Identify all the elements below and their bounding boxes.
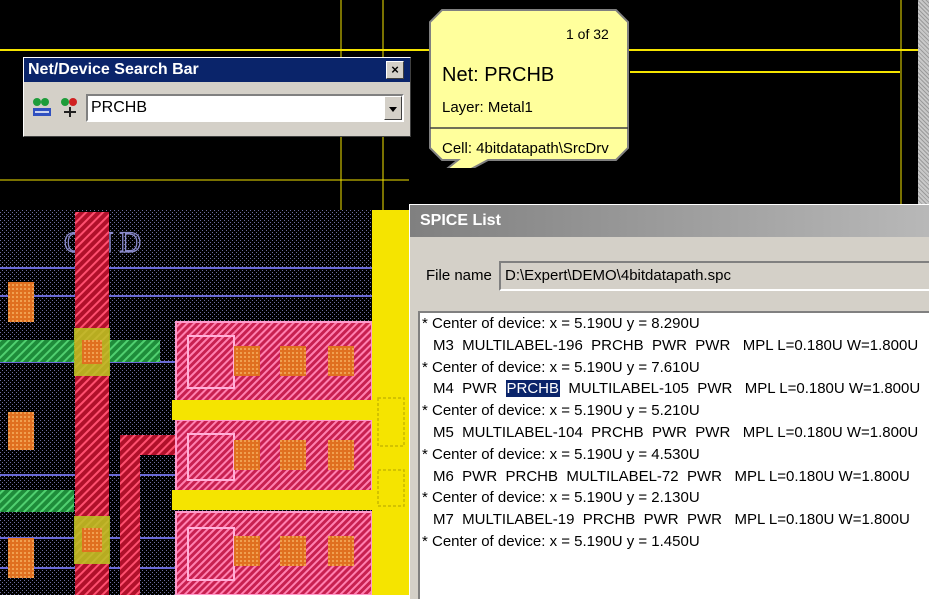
device-line[interactable]: M7 MULTILABEL-19 PRCHB PWR PWR MPL L=0.1…: [420, 509, 929, 531]
chevron-down-icon[interactable]: [384, 96, 402, 120]
line-text: MULTILABEL-105 PWR MPL L=0.180U W=1.800U: [560, 380, 921, 398]
line-text: M4 PWR: [433, 380, 506, 398]
contact: [8, 538, 34, 578]
search-device-icon[interactable]: [58, 95, 82, 119]
netlist-lines: * Center of device: x = 5.190U y = 8.290…: [420, 313, 929, 553]
poly-wire: [120, 435, 140, 595]
metal-net-prchb: [172, 400, 388, 420]
net-search-combo[interactable]: [86, 94, 404, 122]
device-line[interactable]: M5 MULTILABEL-104 PRCHB PWR PWR MPL L=0.…: [420, 422, 929, 444]
contact: [328, 440, 354, 470]
contact: [280, 440, 306, 470]
tooltip-counter: 1 of 32: [566, 26, 609, 42]
tooltip-layer: Layer: Metal1: [442, 99, 533, 116]
diffusion: [0, 340, 74, 362]
device-center-line[interactable]: * Center of device: x = 5.190U y = 2.130…: [420, 487, 929, 509]
device-center-line[interactable]: * Center of device: x = 5.190U y = 8.290…: [420, 313, 929, 335]
file-name-field[interactable]: D:\Expert\DEMO\4bitdatapath.spc: [499, 261, 929, 291]
tooltip-net: Net: PRCHB: [442, 64, 555, 86]
device-center-line[interactable]: * Center of device: x = 5.190U y = 1.450…: [420, 531, 929, 553]
search-bar-titlebar[interactable]: Net/Device Search Bar ×: [24, 58, 410, 82]
contact: [280, 346, 306, 376]
contact: [280, 536, 306, 566]
device-center-line[interactable]: * Center of device: x = 5.190U y = 7.610…: [420, 357, 929, 379]
contact: [82, 340, 102, 364]
search-input[interactable]: [88, 96, 384, 120]
spice-list-titlebar[interactable]: SPICE List: [410, 205, 929, 237]
highlighted-net: PRCHB: [505, 380, 561, 398]
close-button[interactable]: ×: [386, 61, 404, 79]
contact: [234, 346, 260, 376]
device-center-line[interactable]: * Center of device: x = 5.190U y = 4.530…: [420, 444, 929, 466]
file-name-label: File name: [426, 267, 492, 284]
spice-list-window: SPICE List File name D:\Expert\DEMO\4bit…: [409, 204, 929, 599]
device-line[interactable]: M4 PWR PRCHB MULTILABEL-105 PWR MPL L=0.…: [420, 378, 929, 400]
file-name-row: File name D:\Expert\DEMO\4bitdatapath.sp…: [416, 261, 929, 291]
contact: [234, 440, 260, 470]
device-line[interactable]: M3 MULTILABEL-196 PRCHB PWR PWR MPL L=0.…: [420, 335, 929, 357]
net-device-search-bar: Net/Device Search Bar ×: [23, 57, 411, 137]
tooltip-cell: Cell: 4bitdatapath\SrcDrv: [442, 140, 609, 157]
search-bar-title: Net/Device Search Bar: [28, 61, 199, 78]
contact: [8, 412, 34, 450]
device-line[interactable]: M6 PWR PRCHB MULTILABEL-72 PWR MPL L=0.1…: [420, 466, 929, 488]
contact: [328, 536, 354, 566]
contact: [234, 536, 260, 566]
spice-netlist-listbox[interactable]: * Center of device: x = 5.190U y = 8.290…: [418, 311, 929, 599]
diffusion: [0, 490, 74, 512]
device-center-line[interactable]: * Center of device: x = 5.190U y = 5.210…: [420, 400, 929, 422]
contact: [328, 346, 354, 376]
net-info-tooltip: 1 of 32 Net: PRCHB Layer: Metal1 Cell: 4…: [428, 8, 630, 168]
search-net-icon[interactable]: [30, 95, 54, 119]
metal-net-prchb: [172, 490, 388, 510]
contact: [82, 528, 102, 552]
contact: [8, 282, 34, 322]
